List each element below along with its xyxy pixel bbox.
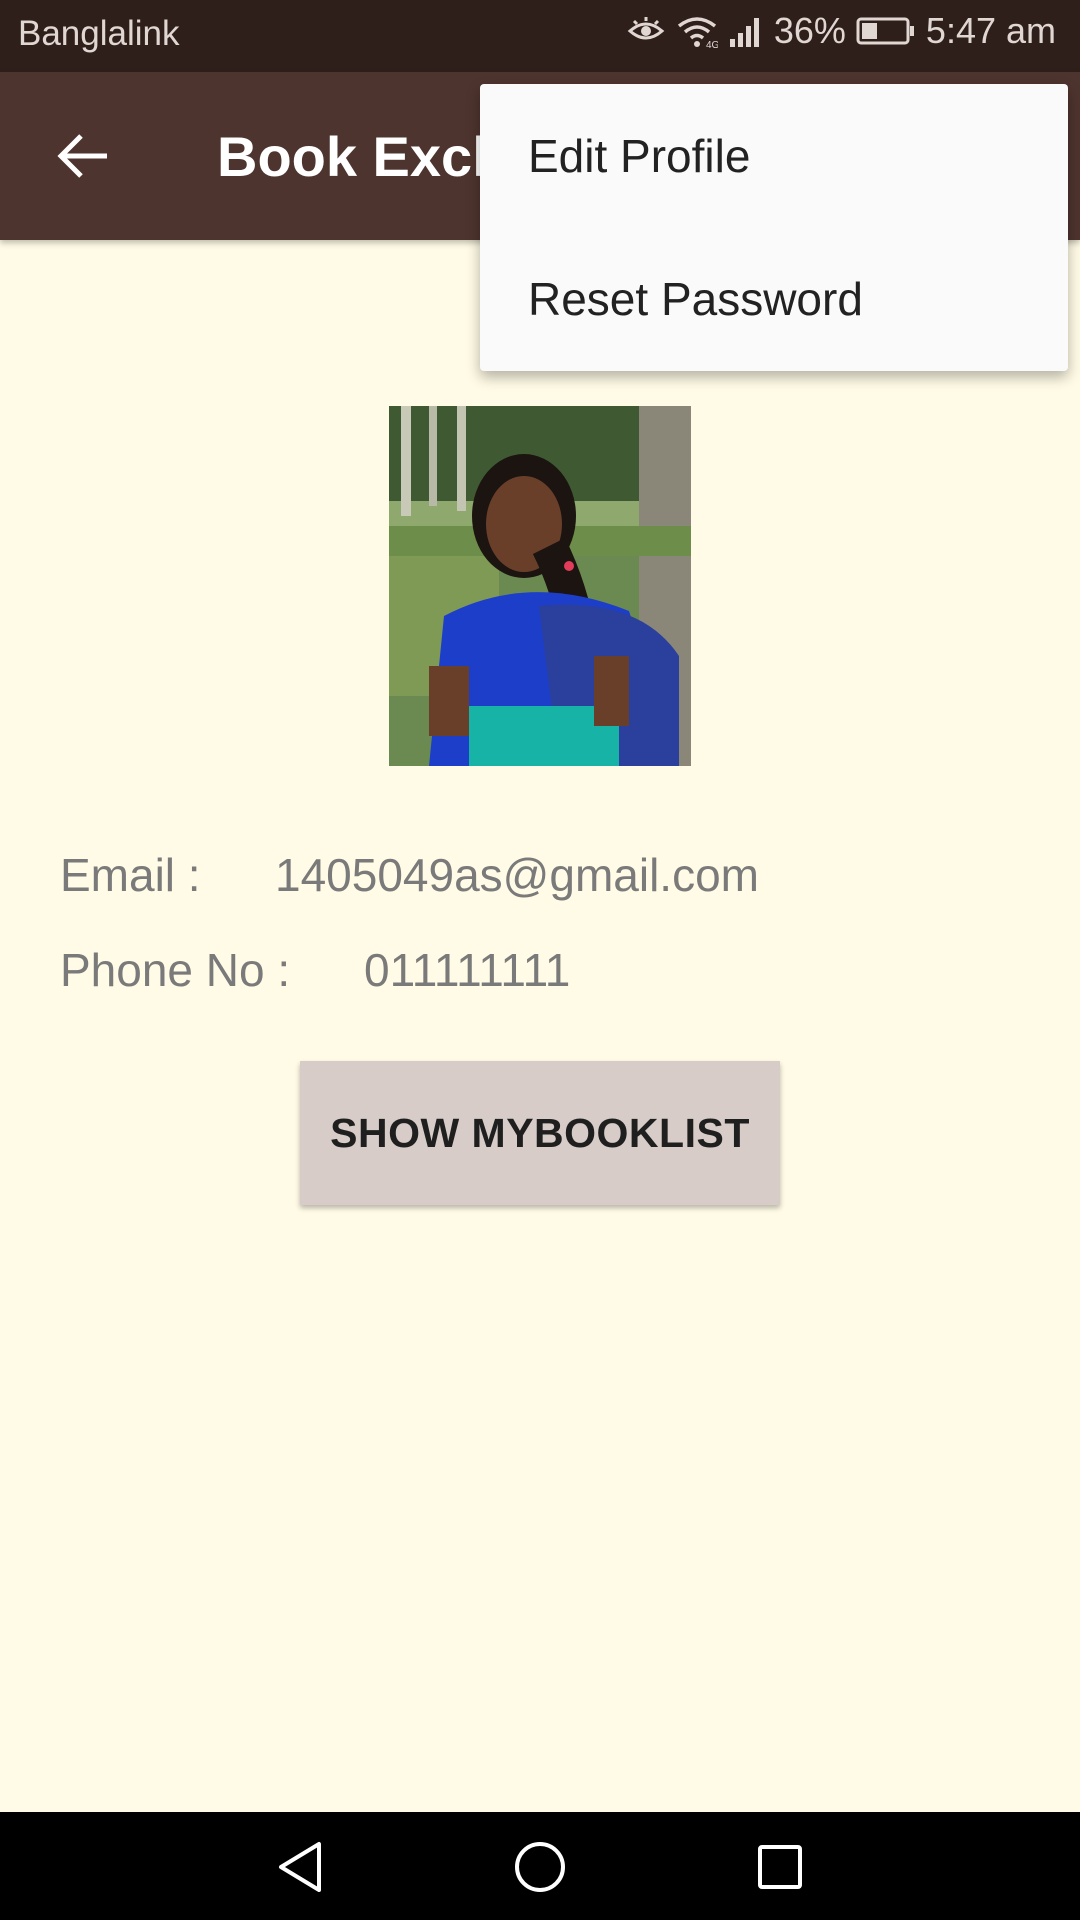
clock: 5:47 am — [925, 10, 1056, 51]
recents-square-icon — [758, 1845, 802, 1889]
nav-bar — [0, 1812, 1080, 1920]
show-mybooklist-button[interactable]: SHOW MYBOOKLIST — [300, 1061, 780, 1205]
battery-percent: 36% — [773, 10, 846, 51]
arrow-left-icon — [57, 134, 107, 178]
menu-item-reset-password[interactable]: Reset Password — [480, 227, 1068, 371]
phone-label: Phone No : — [60, 944, 291, 996]
home-circle-icon — [515, 1842, 565, 1892]
carrier-name: Banglalink — [18, 14, 180, 53]
signal-icon — [728, 15, 764, 47]
eye-icon — [626, 16, 666, 46]
email-value: 1405049as@gmail.com — [275, 849, 759, 901]
back-triangle-icon — [279, 1842, 321, 1892]
email-label: Email : — [60, 849, 201, 901]
svg-text:4G: 4G — [706, 40, 718, 48]
battery-icon — [856, 16, 916, 46]
back-button[interactable] — [48, 120, 120, 192]
status-bar: Banglalink 4G 36% 5:47 am — [0, 0, 1080, 72]
wifi-icon: 4G — [676, 14, 718, 48]
menu-item-edit-profile[interactable]: Edit Profile — [480, 84, 1068, 228]
nav-back-button[interactable] — [265, 1832, 335, 1902]
phone-value: 011111111 — [364, 944, 571, 996]
screen: Banglalink 4G 36% 5:47 am Book Exch Emai… — [0, 0, 1080, 1920]
nav-home-button[interactable] — [505, 1832, 575, 1902]
profile-photo — [389, 406, 691, 766]
status-icons: 4G 36% 5:47 am — [626, 10, 1056, 52]
overflow-menu: Edit Profile Reset Password — [480, 84, 1068, 371]
app-title: Book Exch — [217, 125, 507, 188]
nav-recents-button[interactable] — [745, 1832, 815, 1902]
